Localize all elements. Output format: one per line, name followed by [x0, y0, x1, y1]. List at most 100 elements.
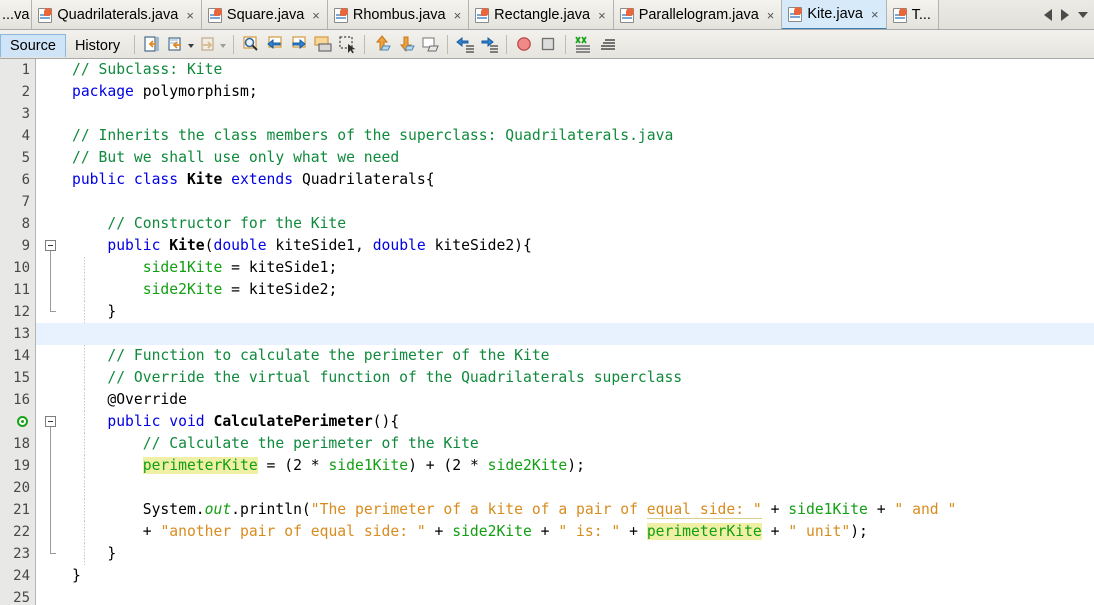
- code-fold-column[interactable]: [36, 477, 63, 499]
- line-number-gutter[interactable]: 24: [0, 565, 36, 587]
- line-number-gutter[interactable]: 14: [0, 345, 36, 367]
- start-macro-recording-button[interactable]: [513, 33, 535, 55]
- previous-bookmark-button[interactable]: [371, 33, 393, 55]
- line-number-gutter[interactable]: 23: [0, 543, 36, 565]
- close-icon[interactable]: ×: [186, 9, 194, 22]
- tab-source[interactable]: Source: [0, 34, 66, 57]
- line-number-gutter[interactable]: 9: [0, 235, 36, 257]
- code-line-content[interactable]: // But we shall use only what we need: [63, 147, 1094, 169]
- code-line-content[interactable]: perimeterKite = (2 * side1Kite) + (2 * s…: [63, 455, 1094, 477]
- code-fold-column[interactable]: [36, 279, 63, 301]
- next-bookmark-button[interactable]: [395, 33, 417, 55]
- code-fold-column[interactable]: [36, 169, 63, 191]
- code-editor-area[interactable]: 1 // Subclass: Kite 2 package polymorphism;…: [0, 59, 1094, 605]
- uncomment-button[interactable]: [596, 33, 618, 55]
- code-fold-column[interactable]: [36, 81, 63, 103]
- code-line-content[interactable]: // Override the virtual function of the …: [63, 367, 1094, 389]
- line-number-gutter[interactable]: 1: [0, 59, 36, 81]
- editor-tab-square-java[interactable]: Square.java ×: [201, 0, 328, 29]
- editor-tab--va[interactable]: ...va: [0, 0, 33, 29]
- code-fold-column[interactable]: [36, 103, 63, 125]
- shift-right-button[interactable]: [478, 33, 500, 55]
- code-line-content[interactable]: System.out.println("The perimeter of a k…: [63, 499, 1094, 521]
- close-icon[interactable]: ×: [454, 9, 462, 22]
- code-fold-column[interactable]: [36, 411, 63, 433]
- line-number-gutter[interactable]: 18: [0, 433, 36, 455]
- forward-navigation-button[interactable]: [197, 33, 219, 55]
- code-line-content[interactable]: // Inherits the class members of the sup…: [63, 125, 1094, 147]
- scroll-tabs-right-icon[interactable]: [1061, 8, 1069, 21]
- code-fold-column[interactable]: [36, 587, 63, 605]
- toggle-bookmark-button[interactable]: [419, 33, 441, 55]
- code-fold-column[interactable]: [36, 235, 63, 257]
- find-previous-button[interactable]: [264, 33, 286, 55]
- code-line-content[interactable]: public class Kite extends Quadrilaterals…: [63, 169, 1094, 191]
- code-fold-column[interactable]: [36, 543, 63, 565]
- toggle-highlight-button[interactable]: [312, 33, 334, 55]
- code-fold-column[interactable]: [36, 257, 63, 279]
- code-line-content[interactable]: // Function to calculate the perimeter o…: [63, 345, 1094, 367]
- code-line-content[interactable]: [63, 323, 1094, 345]
- code-fold-column[interactable]: [36, 191, 63, 213]
- code-fold-column[interactable]: [36, 147, 63, 169]
- editor-tab-quadrilaterals-java[interactable]: Quadrilaterals.java ×: [32, 0, 202, 29]
- line-number-gutter[interactable]: 19: [0, 455, 36, 477]
- code-fold-column[interactable]: [36, 367, 63, 389]
- close-icon[interactable]: ×: [767, 9, 775, 22]
- code-fold-column[interactable]: [36, 125, 63, 147]
- line-number-gutter[interactable]: 16: [0, 389, 36, 411]
- close-icon[interactable]: ×: [871, 8, 879, 21]
- comment-button[interactable]: [572, 33, 594, 55]
- line-number-gutter[interactable]: 5: [0, 147, 36, 169]
- line-number-gutter[interactable]: 8: [0, 213, 36, 235]
- last-edit-button[interactable]: [141, 33, 163, 55]
- editor-tab-rhombus-java[interactable]: Rhombus.java ×: [327, 0, 470, 29]
- code-line-content[interactable]: [63, 103, 1094, 125]
- tab-list-dropdown-icon[interactable]: [1078, 11, 1088, 18]
- code-line-content[interactable]: package polymorphism;: [63, 81, 1094, 103]
- line-number-gutter[interactable]: 10: [0, 257, 36, 279]
- code-line-content[interactable]: public Kite(double kiteSide1, double kit…: [63, 235, 1094, 257]
- code-line-content[interactable]: public void CalculatePerimeter(){: [63, 411, 1094, 433]
- code-line-content[interactable]: // Calculate the perimeter of the Kite: [63, 433, 1094, 455]
- shift-left-button[interactable]: [454, 33, 476, 55]
- line-number-gutter[interactable]: 13: [0, 323, 36, 345]
- code-line-content[interactable]: }: [63, 565, 1094, 587]
- code-line-content[interactable]: // Subclass: Kite: [63, 59, 1094, 81]
- find-next-button[interactable]: [288, 33, 310, 55]
- tab-history[interactable]: History: [66, 34, 129, 57]
- code-line-content[interactable]: + "another pair of equal side: " + side2…: [63, 521, 1094, 543]
- code-line-content[interactable]: @Override: [63, 389, 1094, 411]
- code-fold-column[interactable]: [36, 389, 63, 411]
- code-fold-column[interactable]: [36, 213, 63, 235]
- code-fold-column[interactable]: [36, 323, 63, 345]
- code-line-content[interactable]: [63, 477, 1094, 499]
- code-line-content[interactable]: }: [63, 543, 1094, 565]
- code-fold-column[interactable]: [36, 433, 63, 455]
- scroll-tabs-left-icon[interactable]: [1044, 8, 1052, 21]
- line-number-gutter[interactable]: 2: [0, 81, 36, 103]
- line-number-gutter[interactable]: 7: [0, 191, 36, 213]
- code-fold-column[interactable]: [36, 521, 63, 543]
- line-number-gutter[interactable]: 3: [0, 103, 36, 125]
- toggle-rectangular-selection-button[interactable]: [336, 33, 358, 55]
- line-number-gutter[interactable]: 22: [0, 521, 36, 543]
- code-line-content[interactable]: [63, 587, 1094, 605]
- code-fold-column[interactable]: [36, 499, 63, 521]
- line-number-gutter[interactable]: 20: [0, 477, 36, 499]
- code-line-content[interactable]: side1Kite = kiteSide1;: [63, 257, 1094, 279]
- code-line-content[interactable]: }: [63, 301, 1094, 323]
- forward-navigation-dropdown-icon[interactable]: [220, 44, 227, 48]
- code-line-content[interactable]: // Constructor for the Kite: [63, 213, 1094, 235]
- line-number-gutter[interactable]: 4: [0, 125, 36, 147]
- stop-macro-recording-button[interactable]: [537, 33, 559, 55]
- back-navigation-button[interactable]: [165, 33, 187, 55]
- code-fold-column[interactable]: [36, 301, 63, 323]
- line-number-gutter[interactable]: [0, 411, 36, 433]
- code-fold-column[interactable]: [36, 565, 63, 587]
- code-line-content[interactable]: side2Kite = kiteSide2;: [63, 279, 1094, 301]
- close-icon[interactable]: ×: [312, 9, 320, 22]
- editor-tab-parallelogram-java[interactable]: Parallelogram.java ×: [613, 0, 783, 29]
- close-icon[interactable]: ×: [598, 9, 606, 22]
- line-number-gutter[interactable]: 12: [0, 301, 36, 323]
